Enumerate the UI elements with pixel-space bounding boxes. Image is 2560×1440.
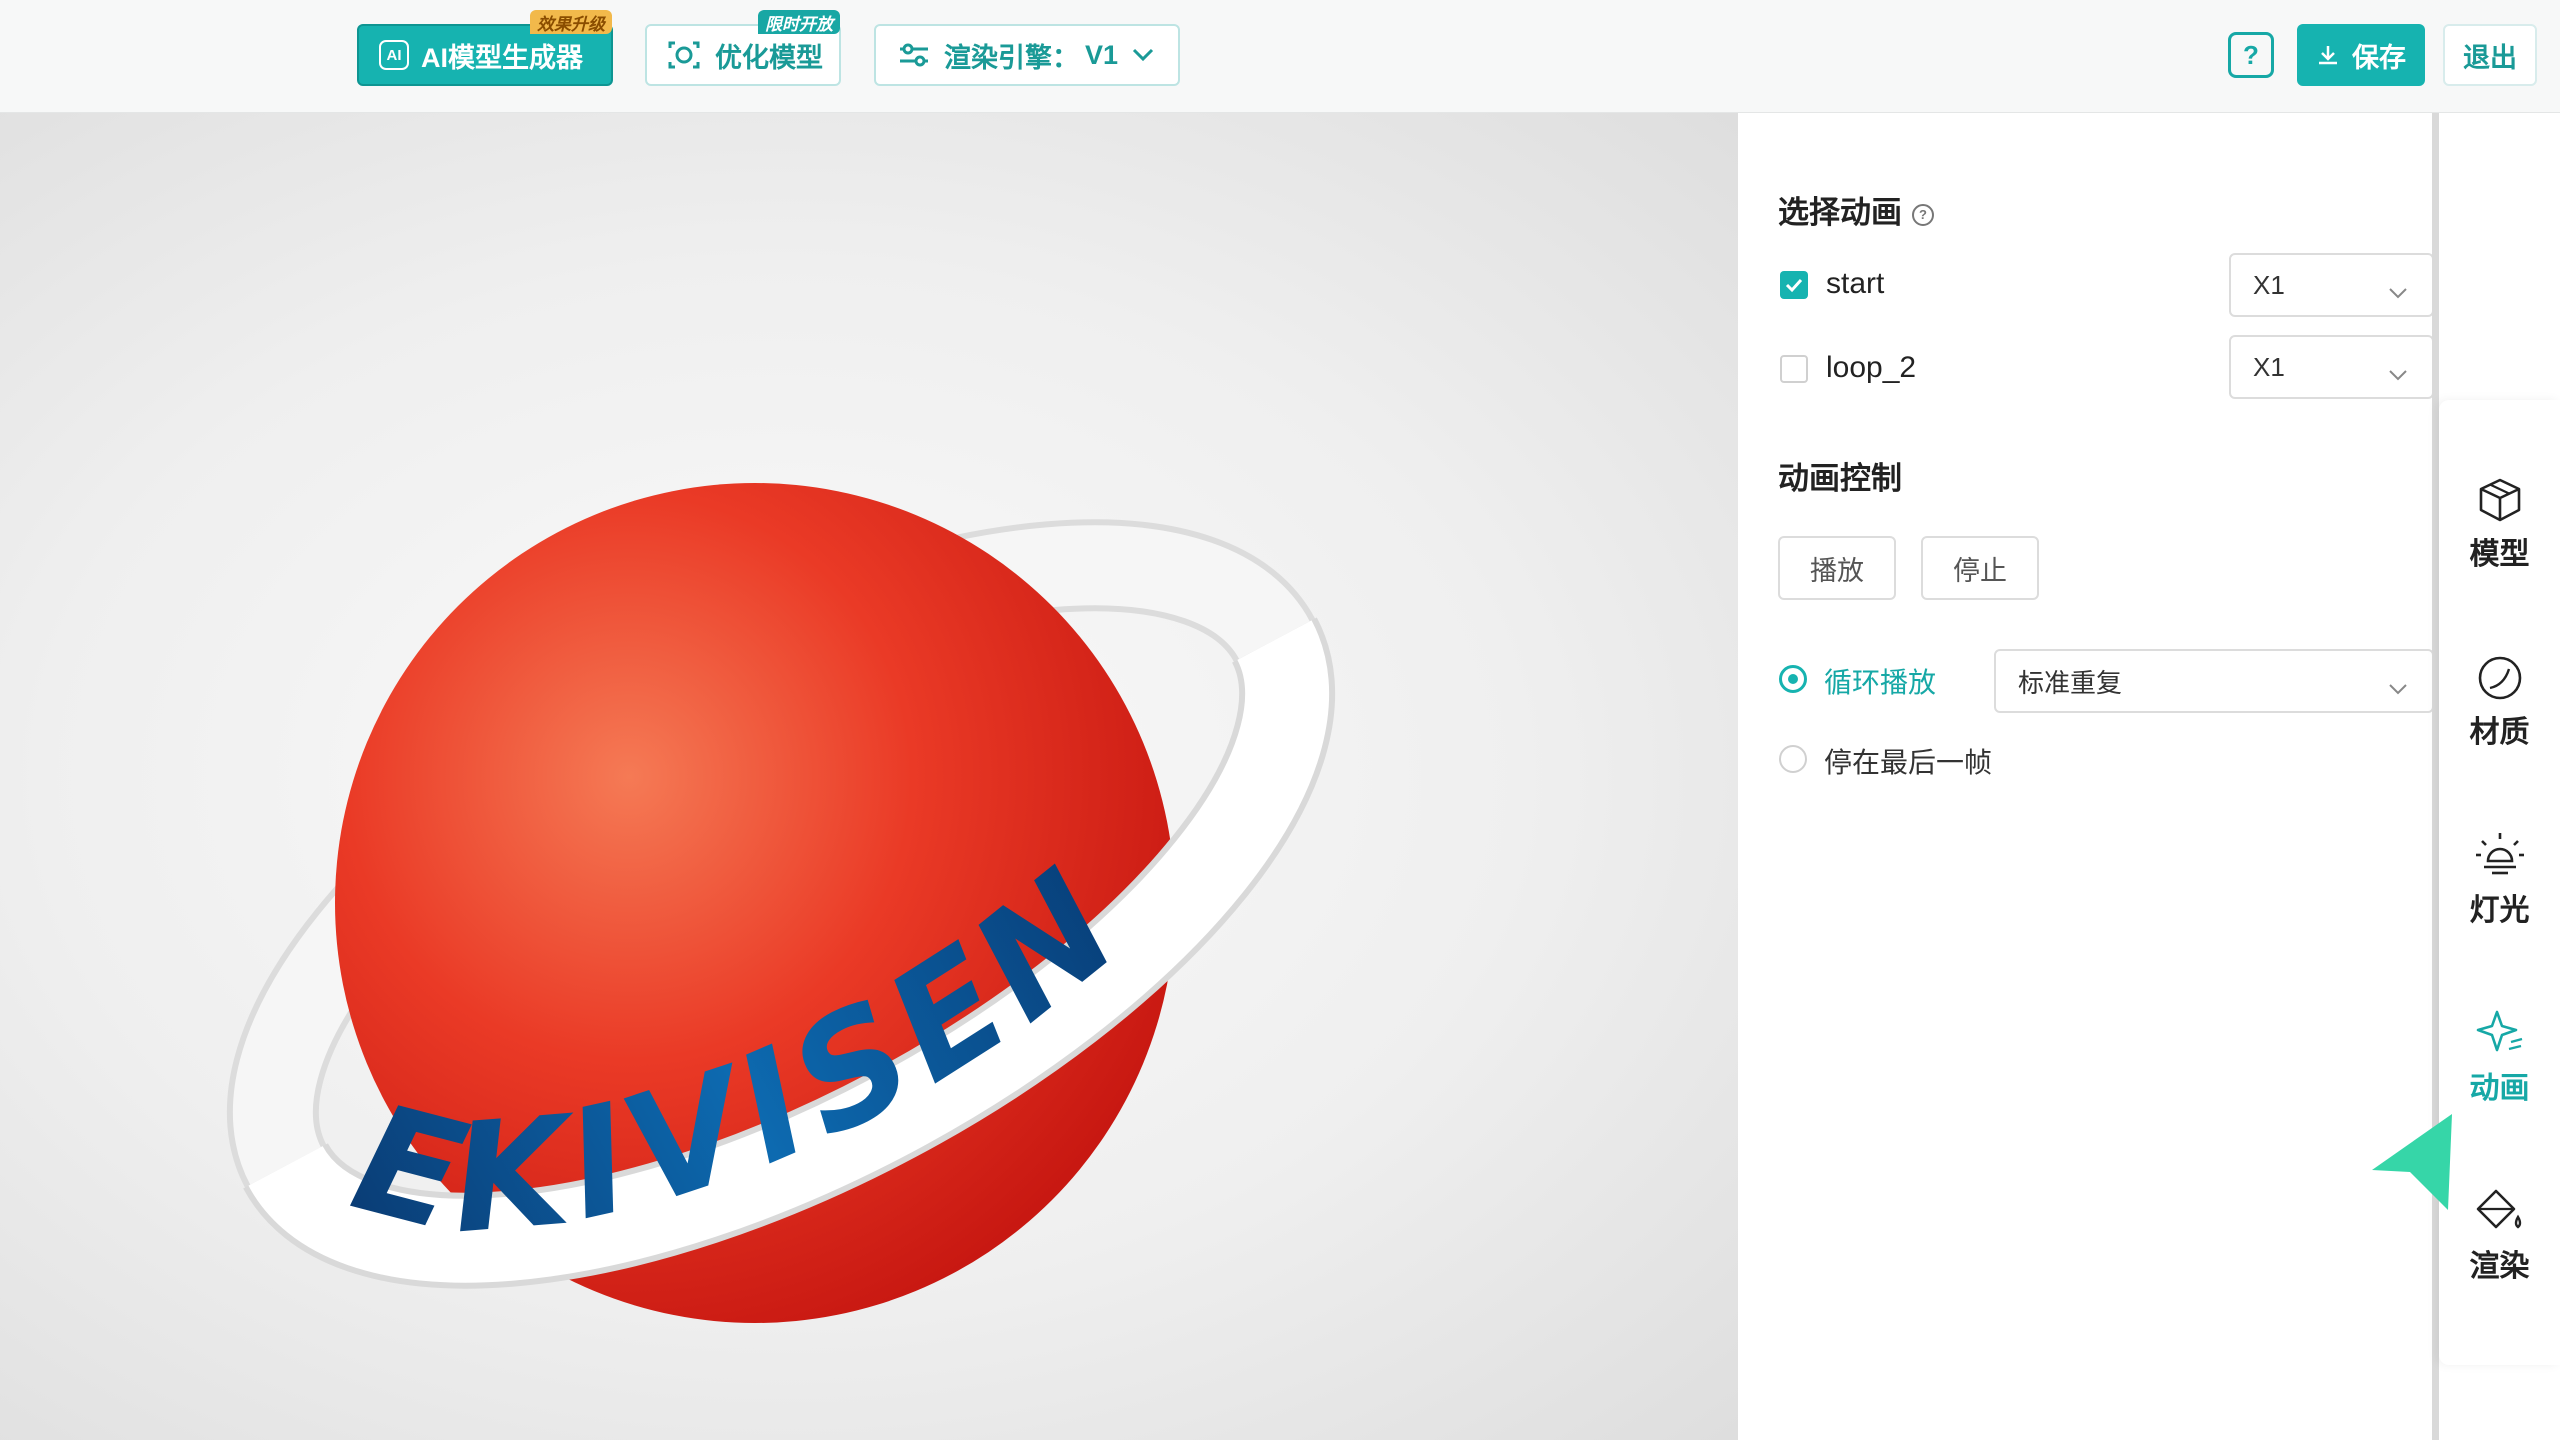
stop-last-frame-radio[interactable] bbox=[1779, 745, 1807, 773]
animation-name-start: start bbox=[1826, 267, 1885, 300]
stop-last-frame-label: 停在最后一帧 bbox=[1824, 747, 1993, 778]
animation-control-title: 动画控制 bbox=[1778, 461, 1902, 496]
sidenav-label-material: 材质 bbox=[2469, 716, 2530, 749]
sidenav-item-model[interactable]: 模型 bbox=[2439, 465, 2560, 585]
download-icon bbox=[2316, 43, 2340, 67]
panel-divider bbox=[2432, 113, 2439, 1440]
loop-mode-select[interactable]: 标准重复 bbox=[1994, 649, 2434, 713]
start-speed-value: X1 bbox=[2253, 269, 2285, 300]
chevron-down-icon bbox=[2388, 357, 2408, 388]
animation-name-loop2: loop_2 bbox=[1826, 351, 1917, 384]
stop-button[interactable]: 停止 bbox=[1921, 536, 2039, 600]
paint-bucket-icon bbox=[2476, 1189, 2521, 1229]
help-button[interactable]: ? bbox=[2228, 32, 2274, 78]
top-toolbar: AI AI模型生成器 效果升级 优化模型 限时开放 渲染引擎： V1 ? 保存 … bbox=[0, 0, 2560, 113]
loop2-speed-value: X1 bbox=[2253, 351, 2285, 382]
limited-open-badge: 限时开放 bbox=[758, 10, 840, 34]
cube-icon bbox=[2479, 478, 2520, 522]
loop-play-label: 循环播放 bbox=[1824, 667, 1937, 698]
loop2-checkbox[interactable] bbox=[1780, 355, 1808, 383]
loop-play-radio[interactable] bbox=[1779, 665, 1807, 693]
start-checkbox[interactable] bbox=[1780, 271, 1808, 299]
sidenav-item-render[interactable]: 渲染 bbox=[2439, 1176, 2560, 1296]
save-label: 保存 bbox=[2352, 42, 2406, 73]
optimize-icon bbox=[667, 40, 701, 70]
sidenav-item-material[interactable]: 材质 bbox=[2439, 643, 2560, 763]
render-engine-select[interactable]: 渲染引擎： V1 bbox=[874, 24, 1180, 86]
sidenav-label-model: 模型 bbox=[2469, 538, 2530, 571]
render-engine-value: V1 bbox=[1085, 39, 1119, 70]
light-bulb-icon bbox=[2475, 833, 2524, 875]
loop2-speed-select[interactable]: X1 bbox=[2229, 335, 2434, 399]
chevron-down-icon bbox=[1132, 48, 1154, 62]
select-animation-label: 选择动画 bbox=[1778, 195, 1902, 230]
material-sphere-icon bbox=[2478, 656, 2521, 700]
sidenav-item-light[interactable]: 灯光 bbox=[2439, 820, 2560, 940]
side-nav: 模型 材质 灯光 动画 渲染 bbox=[2439, 400, 2560, 1365]
sidenav-label-animation: 动画 bbox=[2469, 1072, 2530, 1105]
effect-upgrade-badge: 效果升级 bbox=[530, 10, 612, 34]
select-animation-title: 选择动画? bbox=[1778, 187, 1934, 232]
animation-panel: 选择动画? start X1 loop_2 X1 动画控制 播放 停止 循环播放… bbox=[1738, 113, 2434, 1440]
3d-model-render: EKIVISEN bbox=[226, 483, 1336, 1398]
sidenav-label-render: 渲染 bbox=[2469, 1250, 2530, 1283]
sidenav-label-light: 灯光 bbox=[2469, 894, 2530, 927]
ai-model-generator-label: AI模型生成器 bbox=[421, 42, 583, 73]
sidenav-item-animation[interactable]: 动画 bbox=[2439, 998, 2560, 1118]
optimize-model-label: 优化模型 bbox=[715, 42, 823, 73]
play-button[interactable]: 播放 bbox=[1778, 536, 1896, 600]
mouse-cursor-icon bbox=[2372, 1114, 2452, 1210]
3d-viewport[interactable]: EKIVISEN bbox=[0, 113, 1738, 1440]
sliders-icon bbox=[898, 41, 930, 69]
save-button[interactable]: 保存 bbox=[2297, 24, 2425, 86]
ai-icon: AI bbox=[379, 40, 409, 70]
render-engine-label: 渲染引擎： bbox=[944, 42, 1079, 73]
start-speed-select[interactable]: X1 bbox=[2229, 253, 2434, 317]
sparkle-icon bbox=[2476, 1010, 2522, 1052]
chevron-down-icon bbox=[2388, 671, 2408, 702]
question-icon[interactable]: ? bbox=[1912, 203, 1934, 226]
check-icon bbox=[1785, 278, 1803, 293]
chevron-down-icon bbox=[2388, 275, 2408, 306]
loop-mode-value: 标准重复 bbox=[2018, 667, 2123, 698]
exit-button[interactable]: 退出 bbox=[2443, 24, 2537, 86]
